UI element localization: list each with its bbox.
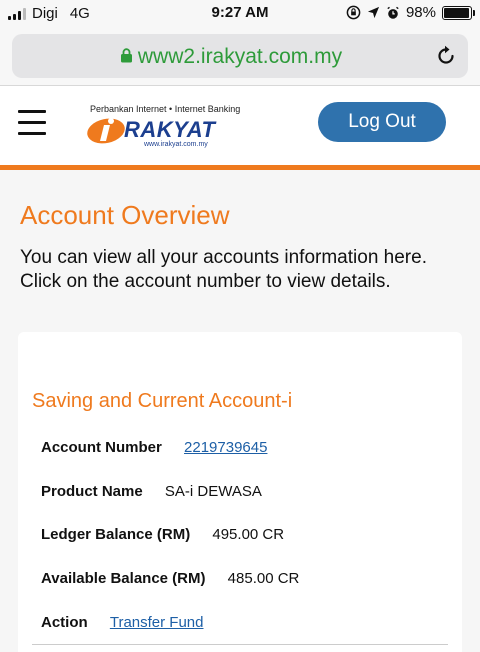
browser-toolbar: www2.irakyat.com.my	[0, 28, 480, 86]
battery-fill	[444, 7, 470, 18]
available-balance-value: 485.00 CR	[227, 570, 300, 587]
page-description: You can view all your accounts informati…	[20, 247, 427, 292]
site-header: Perbankan Internet • Internet Banking RA…	[0, 86, 480, 170]
rotation-lock-icon	[346, 5, 361, 20]
divider	[32, 644, 448, 645]
action-row: Action Transfer Fund	[41, 614, 204, 631]
product-name-value: SA-i DEWASA	[164, 483, 262, 500]
alarm-icon	[387, 6, 399, 19]
product-name-label: Product Name	[41, 483, 143, 500]
logo-url: www.irakyat.com.my	[144, 141, 208, 148]
logout-button[interactable]: Log Out	[318, 102, 446, 142]
url-text: www2.irakyat.com.my	[137, 45, 343, 68]
status-bar: Digi 4G 9:27 AM 98%	[0, 0, 480, 28]
address-bar[interactable]: www2.irakyat.com.my	[12, 34, 468, 78]
action-label: Action	[41, 614, 88, 631]
irakyat-logo[interactable]: Perbankan Internet • Internet Banking RA…	[86, 104, 246, 152]
account-number-label: Account Number	[41, 439, 162, 456]
product-name-row: Product Name SA-i DEWASA	[41, 483, 262, 500]
ledger-balance-value: 495.00 CR	[212, 526, 285, 543]
status-right: 98%	[346, 4, 475, 21]
ledger-balance-label: Ledger Balance (RM)	[41, 526, 191, 543]
logo-word: RAKYAT	[124, 117, 216, 142]
hamburger-menu-icon[interactable]	[18, 110, 46, 136]
transfer-fund-link[interactable]: Transfer Fund	[110, 614, 204, 631]
account-number-link[interactable]: 2219739645	[184, 439, 267, 456]
page-title: Account Overview	[20, 200, 230, 230]
location-arrow-icon	[367, 6, 380, 19]
available-balance-row: Available Balance (RM) 485.00 CR	[41, 570, 299, 587]
logo-tagline: Perbankan Internet • Internet Banking	[90, 104, 241, 114]
account-card: Saving and Current Account-i Account Num…	[18, 332, 462, 652]
battery-icon	[442, 5, 475, 20]
account-number-row: Account Number 2219739645	[41, 439, 267, 456]
battery-percent: 98%	[405, 4, 436, 21]
reload-icon[interactable]	[434, 44, 458, 68]
section-title: Saving and Current Account-i	[32, 390, 293, 412]
ledger-balance-row: Ledger Balance (RM) 495.00 CR	[41, 526, 284, 543]
available-balance-label: Available Balance (RM)	[41, 570, 206, 587]
